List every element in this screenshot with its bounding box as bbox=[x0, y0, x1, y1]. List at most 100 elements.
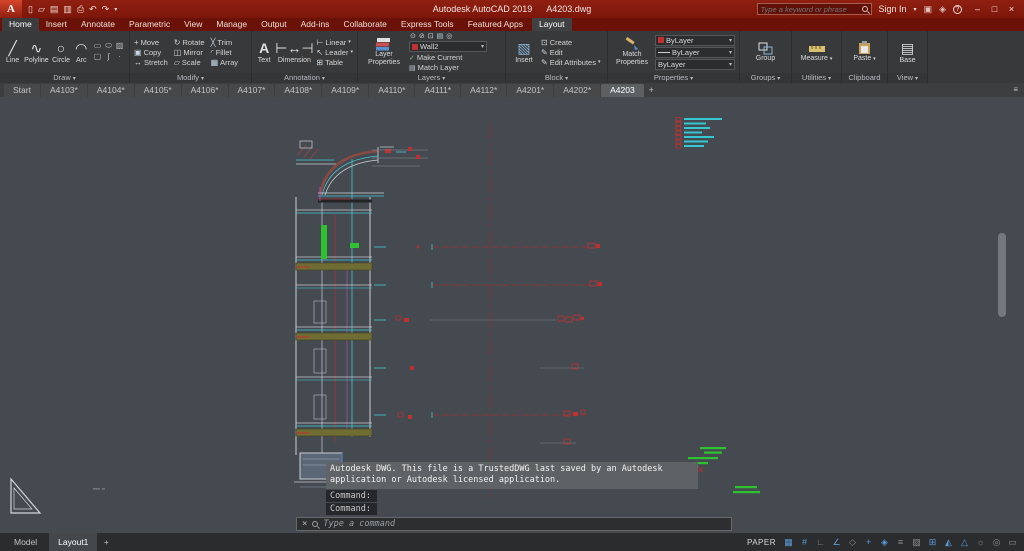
drawing-area[interactable]: Autodesk DWG. This file is a TrustedDWG … bbox=[0, 97, 1024, 533]
panel-label-utilities[interactable]: Utilities▾ bbox=[792, 73, 841, 83]
transparency-icon[interactable]: ▨ bbox=[910, 537, 923, 548]
file-tab[interactable]: A4202* bbox=[554, 84, 600, 97]
panel-label-clipboard[interactable]: Clipboard bbox=[842, 73, 887, 83]
grid-icon[interactable]: ▦ bbox=[782, 537, 795, 548]
array-tool[interactable]: ▦Array bbox=[211, 58, 238, 67]
file-tab[interactable]: A4104* bbox=[88, 84, 134, 97]
polyline-tool[interactable]: ∿Polyline bbox=[24, 39, 49, 65]
tab-view[interactable]: View bbox=[177, 18, 209, 31]
file-tab[interactable]: A4105* bbox=[135, 84, 181, 97]
tab-manage[interactable]: Manage bbox=[209, 18, 254, 31]
object-snap-icon[interactable]: ◈ bbox=[878, 537, 891, 548]
panel-label-properties[interactable]: Properties▾ bbox=[608, 73, 739, 83]
command-input-bar[interactable]: × Type a command bbox=[296, 517, 732, 531]
qat-dropdown-icon[interactable]: ▾ bbox=[114, 6, 117, 13]
file-tab-active[interactable]: A4203 bbox=[601, 84, 644, 97]
close-icon[interactable]: × bbox=[1003, 4, 1020, 14]
layout1-tab[interactable]: Layout1 bbox=[49, 533, 97, 551]
file-tab[interactable]: A4108* bbox=[275, 84, 321, 97]
panel-label-annotation[interactable]: Annotation▾ bbox=[252, 73, 357, 83]
file-tab[interactable]: A4201* bbox=[507, 84, 553, 97]
tab-express-tools[interactable]: Express Tools bbox=[394, 18, 461, 31]
ellipse-icon[interactable]: ⬭ bbox=[103, 41, 114, 52]
rectangle-icon[interactable]: ▭ bbox=[92, 41, 103, 52]
group-tool[interactable]: Group bbox=[750, 42, 782, 63]
minimize-icon[interactable]: – bbox=[969, 4, 986, 14]
spline-icon[interactable]: ∫ bbox=[103, 52, 114, 63]
create-block-tool[interactable]: ⊡Create bbox=[541, 38, 601, 47]
open-file-icon[interactable]: ▱ bbox=[38, 4, 45, 15]
sign-in-caret-icon[interactable]: ▾ bbox=[914, 6, 917, 13]
search-icon[interactable] bbox=[862, 6, 868, 12]
measure-tool[interactable]: Measure ▾ bbox=[799, 42, 835, 63]
point-icon[interactable]: · bbox=[114, 52, 125, 63]
vertical-scrollbar-thumb[interactable] bbox=[998, 233, 1006, 317]
tab-output[interactable]: Output bbox=[254, 18, 294, 31]
isodraft-icon[interactable]: ◇ bbox=[846, 537, 859, 548]
line-tool[interactable]: ╱Line bbox=[4, 39, 21, 65]
save-as-icon[interactable]: ▥ bbox=[63, 4, 72, 15]
layer-isolate-icon[interactable]: ◎ bbox=[446, 32, 452, 40]
command-input-placeholder[interactable]: Type a command bbox=[323, 519, 395, 529]
circle-tool[interactable]: ○Circle bbox=[52, 39, 71, 65]
mirror-tool[interactable]: ◫Mirror bbox=[174, 48, 205, 57]
search-input[interactable] bbox=[761, 5, 859, 14]
annotation-visibility-icon[interactable]: ◭ bbox=[942, 537, 955, 548]
recent-commands-icon[interactable] bbox=[312, 521, 318, 527]
layer-color-icon[interactable]: ▤ bbox=[437, 32, 444, 40]
help-icon[interactable]: ? bbox=[953, 5, 962, 14]
layer-freeze-icon[interactable]: ⊘ bbox=[419, 32, 425, 40]
tab-layout[interactable]: Layout bbox=[532, 18, 572, 31]
linear-tool[interactable]: ⊢Linear▾ bbox=[316, 38, 353, 47]
file-tab[interactable]: A4106* bbox=[182, 84, 228, 97]
selection-cycling-icon[interactable]: ⊞ bbox=[926, 537, 939, 548]
match-layer-button[interactable]: ▤Match Layer bbox=[409, 63, 487, 72]
file-tab-menu-icon[interactable]: ≡ bbox=[1013, 85, 1018, 94]
file-tab[interactable]: A4112* bbox=[461, 84, 506, 97]
base-view-tool[interactable]: ▤Base bbox=[894, 39, 922, 65]
layer-lock-icon[interactable]: ⊡ bbox=[428, 32, 434, 40]
arc-tool[interactable]: ◠Arc bbox=[73, 39, 89, 65]
witness-ticks[interactable] bbox=[372, 147, 428, 419]
fillet-tool[interactable]: ◜Fillet bbox=[211, 48, 238, 57]
tab-insert[interactable]: Insert bbox=[39, 18, 74, 31]
roof-arc[interactable] bbox=[318, 147, 394, 201]
file-tab[interactable]: A4110* bbox=[369, 84, 414, 97]
clean-screen-icon[interactable]: ▭ bbox=[1006, 537, 1019, 548]
ucs-icon[interactable] bbox=[11, 479, 40, 513]
panel-label-groups[interactable]: Groups▾ bbox=[740, 73, 791, 83]
tab-add-ins[interactable]: Add-ins bbox=[294, 18, 337, 31]
file-tab[interactable]: A4111* bbox=[415, 84, 460, 97]
new-file-icon[interactable]: ▯ bbox=[28, 4, 33, 15]
copy-tool[interactable]: ▣Copy bbox=[134, 48, 168, 57]
new-drawing-button[interactable]: + bbox=[645, 84, 658, 97]
lineweight-icon[interactable]: ≡ bbox=[894, 537, 907, 547]
text-tool[interactable]: AText bbox=[256, 39, 272, 65]
app-store-icon[interactable]: ▣ bbox=[924, 4, 933, 15]
paste-tool[interactable]: Paste ▾ bbox=[849, 41, 881, 63]
layer-dropdown[interactable]: Wall2 ▾ bbox=[409, 41, 487, 52]
tab-home[interactable]: Home bbox=[2, 18, 39, 31]
model-tab[interactable]: Model bbox=[5, 533, 46, 551]
lineweight-dropdown[interactable]: ByLayer▾ bbox=[655, 59, 735, 70]
trim-tool[interactable]: ╳Trim bbox=[211, 38, 238, 47]
panel-label-modify[interactable]: Modify▾ bbox=[130, 73, 251, 83]
layer-on-icon[interactable]: ⊙ bbox=[410, 32, 416, 40]
make-current-button[interactable]: ✓Make Current bbox=[409, 53, 487, 62]
panel-label-layers[interactable]: Layers▾ bbox=[358, 73, 505, 83]
dimension-tool[interactable]: ⊢↔⊣Dimension bbox=[275, 39, 313, 65]
table-tool[interactable]: ⊞Table bbox=[316, 58, 353, 67]
match-properties-tool[interactable]: Match Properties bbox=[612, 37, 652, 66]
rotate-tool[interactable]: ↻Rotate bbox=[174, 38, 205, 47]
application-menu-button[interactable]: A bbox=[0, 0, 22, 18]
tab-parametric[interactable]: Parametric bbox=[122, 18, 177, 31]
sign-in-button[interactable]: Sign In bbox=[879, 4, 907, 14]
scale-tool[interactable]: ▱Scale bbox=[174, 58, 205, 67]
maximize-icon[interactable]: □ bbox=[986, 4, 1003, 14]
plot-icon[interactable]: ⎙ bbox=[77, 4, 84, 15]
edit-block-tool[interactable]: ✎Edit bbox=[541, 48, 601, 57]
polar-tracking-icon[interactable]: ∠ bbox=[830, 537, 843, 548]
undo-icon[interactable]: ↶ bbox=[89, 4, 97, 15]
close-icon[interactable]: × bbox=[302, 519, 307, 529]
paper-space-toggle[interactable]: PAPER bbox=[747, 538, 776, 547]
